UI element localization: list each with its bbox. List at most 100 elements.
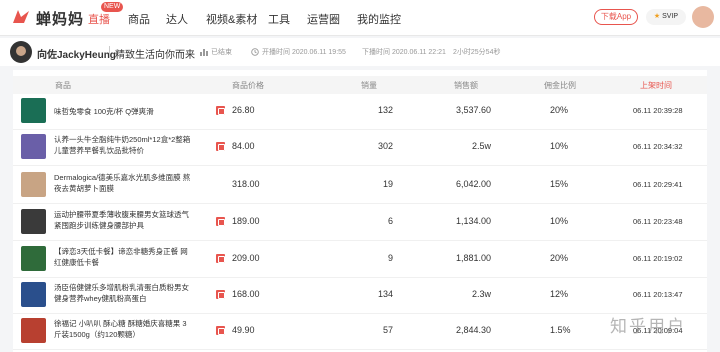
col-listed-time[interactable]: 上架时间 <box>640 80 672 91</box>
tmall-icon <box>216 217 225 226</box>
product-price: 318.00 <box>232 179 260 189</box>
commission-rate: 1.5% <box>550 325 571 335</box>
col-price[interactable]: 商品价格 <box>232 80 264 91</box>
host-name[interactable]: 向佐JackyHeung <box>37 46 116 61</box>
commission-rate: 15% <box>550 179 569 189</box>
commission-rate: 10% <box>550 141 569 151</box>
product-name[interactable]: 汤臣倍健健乐多增肌粉乳清蛋白质粉男女 健身营养whey健肌粉高蛋白 <box>54 282 194 304</box>
tmall-icon <box>216 106 225 115</box>
product-image[interactable] <box>21 246 46 271</box>
product-price: 49.90 <box>232 325 255 335</box>
product-name-line: 徐福记 小叭叭 酥心糖 酥糖婚庆喜糖果 3 <box>54 319 187 328</box>
brand-name[interactable]: 蝉妈妈 <box>36 8 84 29</box>
tmall-icon <box>216 142 225 151</box>
listed-time: 06.11 20:23:48 <box>633 217 683 226</box>
live-status: 已结束 <box>200 47 232 57</box>
col-sales[interactable]: 销量 <box>361 80 377 91</box>
product-price: 209.00 <box>232 253 260 263</box>
revenue-value: 2.3w <box>471 289 491 299</box>
product-name-line: Dermalogica/德美乐嘉水光肌多维面膜 熬 <box>54 173 191 182</box>
product-name-line: 认养一头牛全脂纯牛奶250ml*12盒*2整箱 <box>54 135 191 144</box>
listed-time: 06.11 20:29:41 <box>633 180 683 189</box>
product-name[interactable]: 徐福记 小叭叭 酥心糖 酥糖婚庆喜糖果 3 斤装1500g（约120颗糖） <box>54 318 194 340</box>
commission-rate: 20% <box>550 105 569 115</box>
product-image[interactable] <box>21 172 46 197</box>
nav-item-monitor[interactable]: 我的监控 <box>357 11 401 27</box>
revenue-value: 2,844.30 <box>455 325 491 335</box>
product-name-line: 夜去黄胡萝卜面膜 <box>54 184 114 193</box>
product-name-line: 儿童营养早餐乳饮品批特价 <box>54 146 144 155</box>
product-price: 84.00 <box>232 141 255 151</box>
col-revenue[interactable]: 销售额 <box>454 80 478 91</box>
revenue-value: 6,042.00 <box>455 179 491 189</box>
product-image[interactable] <box>21 318 46 343</box>
product-price: 189.00 <box>232 216 260 226</box>
tmall-icon <box>216 290 225 299</box>
product-image[interactable] <box>21 282 46 307</box>
table-row[interactable]: 徐福记 小叭叭 酥心糖 酥糖婚庆喜糖果 3 斤装1500g（约120颗糖） 49.9… <box>13 314 707 350</box>
table-row[interactable]: Dermalogica/德美乐嘉水光肌多维面膜 熬夜去黄胡萝卜面膜 318.00 1… <box>13 168 707 204</box>
product-name-line: 【谛恋3天低卡餐】谛恋非糖秀身正餐 网 <box>54 247 188 256</box>
product-table: 商品 商品价格 销量 销售额 佣金比例 上架时间 味哲兔零食 100克/杯 Q弹… <box>13 70 707 352</box>
start-time-text: 开播时间 2020.06.11 19:55 <box>262 49 346 56</box>
cicada-logo-icon[interactable] <box>10 7 32 27</box>
duration: 2小时25分54秒 <box>453 49 501 56</box>
product-name-line: 健身营养whey健肌粉高蛋白 <box>54 294 147 303</box>
product-name[interactable]: 认养一头牛全脂纯牛奶250ml*12盒*2整箱 儿童营养早餐乳饮品批特价 <box>54 134 194 156</box>
live-status-text: 已结束 <box>211 49 232 56</box>
listed-time: 06.11 20:34:32 <box>633 142 683 151</box>
nav-item-influencers[interactable]: 达人 <box>166 11 188 27</box>
top-navbar: 蝉妈妈 直播 NEW 商品 达人 视频&素材 工具 运营圈 我的监控 下载App… <box>0 0 720 36</box>
table-row[interactable]: 味哲兔零食 100克/杯 Q弹爽滑 26.80 132 3,537.60 20% 06.1… <box>13 94 707 130</box>
listed-time: 06.11 20:39:28 <box>633 106 683 115</box>
product-price: 26.80 <box>232 105 255 115</box>
commission-rate: 12% <box>550 289 569 299</box>
sales-count: 134 <box>377 289 393 299</box>
nav-item-tools[interactable]: 工具 <box>268 11 290 27</box>
revenue-value: 3,537.60 <box>455 105 491 115</box>
product-name[interactable]: 【谛恋3天低卡餐】谛恋非糖秀身正餐 网红健康低卡餐 <box>54 246 194 268</box>
table-row[interactable]: 【谛恋3天低卡餐】谛恋非糖秀身正餐 网红健康低卡餐 209.00 9 1,881.00… <box>13 242 707 278</box>
table-row[interactable]: 认养一头牛全脂纯牛奶250ml*12盒*2整箱 儿童营养早餐乳饮品批特价 84.00… <box>13 130 707 166</box>
download-app-button[interactable]: 下载App <box>594 9 638 25</box>
product-image[interactable] <box>21 209 46 234</box>
svip-button[interactable]: ★ SVIP <box>646 9 686 25</box>
col-commission[interactable]: 佣金比例 <box>544 80 576 91</box>
product-name[interactable]: Dermalogica/德美乐嘉水光肌多维面膜 熬夜去黄胡萝卜面膜 <box>54 172 194 194</box>
listed-time: 06.11 20:19:02 <box>633 254 683 263</box>
product-name-line: 红健康低卡餐 <box>54 258 99 267</box>
commission-rate: 20% <box>550 253 569 263</box>
col-product: 商品 <box>55 81 71 90</box>
svip-label: SVIP <box>662 13 679 20</box>
table-header: 商品 商品价格 销量 销售额 佣金比例 上架时间 <box>13 76 707 94</box>
product-name-line: 紧囤跑步训练健身腰部护具 <box>54 221 144 230</box>
table-row[interactable]: 汤臣倍健健乐多增肌粉乳清蛋白质粉男女 健身营养whey健肌粉高蛋白 168.00 13… <box>13 278 707 314</box>
product-name[interactable]: 味哲兔零食 100克/杯 Q弹爽滑 <box>54 106 194 117</box>
sales-count: 9 <box>387 253 393 263</box>
nav-item-operations[interactable]: 运营圈 <box>307 11 340 27</box>
revenue-value: 1,134.00 <box>455 216 491 226</box>
sales-count: 302 <box>377 141 393 151</box>
product-name-line: 运动护腰带夏季薄收腹束腰男女篮球透气 <box>54 210 189 219</box>
product-name[interactable]: 运动护腰带夏季薄收腹束腰男女篮球透气 紧囤跑步训练健身腰部护具 <box>54 209 194 231</box>
product-image[interactable] <box>21 98 46 123</box>
live-title: 精致生活向你而来 <box>115 50 195 61</box>
listed-time: 06.11 20:13:47 <box>633 290 683 299</box>
product-name-line: 斤装1500g（约120颗糖） <box>54 330 140 339</box>
commission-rate: 10% <box>550 216 569 226</box>
live-info-bar: 向佐JackyHeung 精致生活向你而来 已结束 开播时间 2020.06.1… <box>0 38 720 66</box>
nav-item-live[interactable]: 直播 <box>88 11 110 27</box>
revenue-value: 2.5w <box>471 141 491 151</box>
nav-item-videos[interactable]: 视频&素材 <box>206 11 257 27</box>
sales-count: 19 <box>382 179 393 189</box>
product-image[interactable] <box>21 134 46 159</box>
watermark: 知乎用户 <box>610 317 686 336</box>
host-avatar[interactable] <box>10 41 32 63</box>
nav-item-products[interactable]: 商品 <box>128 11 150 27</box>
start-time: 开播时间 2020.06.11 19:55 <box>251 47 346 57</box>
product-price: 168.00 <box>232 289 260 299</box>
sales-count: 6 <box>387 216 393 226</box>
user-avatar[interactable] <box>692 6 714 28</box>
table-row[interactable]: 运动护腰带夏季薄收腹束腰男女篮球透气 紧囤跑步训练健身腰部护具 189.00 6 1,1… <box>13 205 707 241</box>
product-name-line: 味哲兔零食 100克/杯 Q弹爽滑 <box>54 107 154 116</box>
